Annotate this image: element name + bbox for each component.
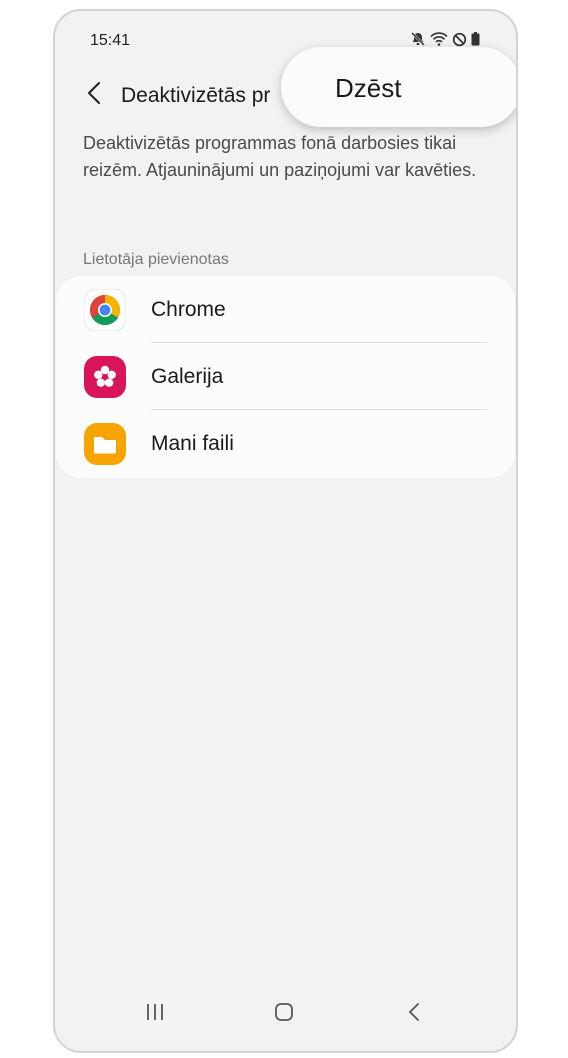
wifi-icon — [430, 31, 448, 47]
back-button[interactable] — [77, 76, 111, 114]
app-name: Galerija — [151, 365, 224, 388]
delete-menu-item[interactable]: Dzēst — [281, 47, 516, 127]
phone-screen: 15:41 Deaktivizētās pr Dzēst Deaktivizēt… — [53, 9, 518, 1053]
list-item-mani-faili[interactable]: Mani faili — [56, 410, 515, 477]
back-chevron-icon — [87, 81, 101, 110]
app-name: Mani faili — [151, 432, 234, 455]
description-text: Deaktivizētās programmas fonā darbosies … — [83, 133, 477, 180]
recents-button[interactable] — [135, 999, 175, 1029]
my-files-icon — [84, 423, 126, 465]
app-name: Chrome — [151, 298, 226, 321]
recents-icon — [145, 1003, 165, 1026]
nav-back-button[interactable] — [394, 999, 434, 1029]
battery-icon — [471, 32, 480, 46]
gallery-icon — [84, 356, 126, 398]
home-icon — [274, 1002, 294, 1027]
back-icon — [408, 1002, 420, 1027]
status-icons — [410, 31, 480, 47]
status-time: 15:41 — [90, 32, 131, 49]
chrome-icon — [83, 288, 127, 332]
page-title: Deaktivizētās pr — [121, 84, 271, 107]
list-item-galerija[interactable]: Galerija — [56, 343, 515, 410]
mute-icon — [410, 31, 426, 47]
delete-label: Dzēst — [335, 73, 402, 103]
do-not-disturb-icon — [452, 32, 467, 47]
list-item-chrome[interactable]: Chrome — [56, 276, 515, 343]
app-list-card: Chrome Galerija Mani faili — [56, 276, 515, 478]
section-label: Lietotāja pievienotas — [83, 251, 229, 268]
home-button[interactable] — [264, 999, 304, 1029]
navigation-bar — [55, 977, 516, 1051]
